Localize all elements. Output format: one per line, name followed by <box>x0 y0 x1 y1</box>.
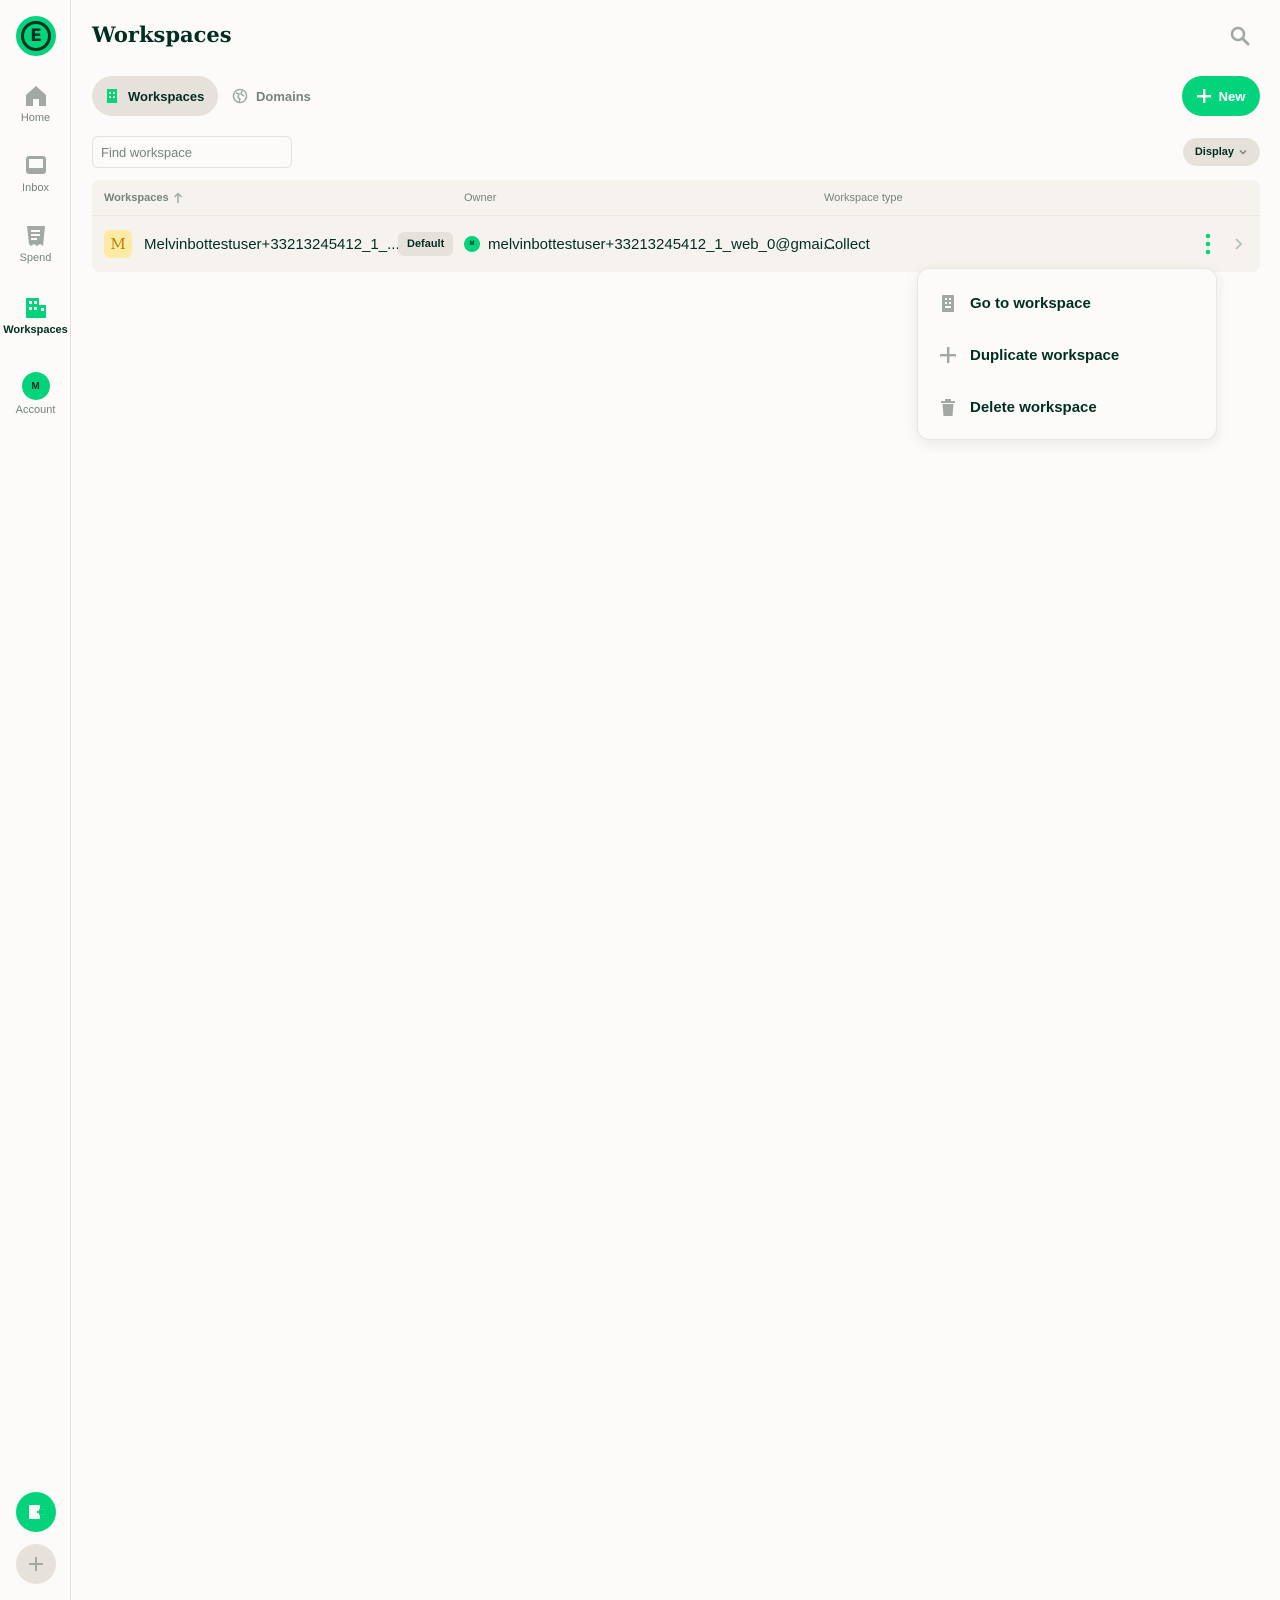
sidebar-item-spend[interactable]: Spend <box>0 224 71 284</box>
home-icon <box>25 86 46 106</box>
tab-domains[interactable]: Domains <box>220 76 325 116</box>
sort-ascending-icon <box>173 191 182 203</box>
sidebar-item-workspaces[interactable]: Workspaces <box>0 296 71 356</box>
app-logo[interactable]: E <box>16 16 56 56</box>
plus-icon <box>1196 89 1211 103</box>
building-icon <box>107 89 117 103</box>
avatar: M <box>21 372 50 400</box>
menu-item-go-to-workspace[interactable]: Go to workspace <box>918 277 1216 329</box>
find-workspace-input[interactable] <box>92 136 292 168</box>
column-header-owner: Owner <box>464 191 497 204</box>
menu-item-label: Go to workspace <box>970 294 1091 312</box>
sidebar-item-home[interactable]: Home <box>0 84 71 144</box>
globe-icon <box>232 88 248 104</box>
display-dropdown[interactable]: Display <box>1182 138 1260 166</box>
plus-icon <box>29 1557 43 1571</box>
owner-avatar: M <box>464 236 480 252</box>
tab-label: Domains <box>256 88 311 104</box>
chevron-right-icon <box>1235 238 1243 250</box>
workspace-name: Melvinbottestuser+33213245412_1_... <box>144 235 400 253</box>
owner-email: melvinbottestuser+33213245412_1_web_0@gm… <box>488 235 836 253</box>
workspace-context-menu: Go to workspace Duplicate workspace Dele… <box>917 268 1217 440</box>
inbox-icon <box>25 156 46 174</box>
sidebar-item-account[interactable]: M Account <box>0 372 71 432</box>
row-open-button[interactable] <box>1228 230 1248 258</box>
logo-letter: E <box>21 21 51 51</box>
new-button-label: New <box>1218 88 1246 104</box>
menu-item-duplicate-workspace[interactable]: Duplicate workspace <box>918 329 1216 381</box>
page-title: Workspaces <box>92 22 232 47</box>
display-label: Display <box>1194 146 1234 158</box>
sidebar-item-inbox[interactable]: Inbox <box>0 154 71 214</box>
column-label: Workspaces <box>104 191 169 204</box>
menu-item-label: Duplicate workspace <box>970 346 1120 364</box>
sidebar-item-label: Inbox <box>22 182 49 194</box>
search-icon <box>1230 26 1250 46</box>
workspace-avatar: M <box>104 230 132 258</box>
sidebar-item-label: Home <box>20 112 51 124</box>
building-icon <box>942 295 954 312</box>
new-expense-button[interactable] <box>16 1492 56 1532</box>
column-header-workspaces[interactable]: Workspaces <box>104 192 183 204</box>
chevron-down-icon <box>1239 150 1247 155</box>
building-icon <box>25 298 46 318</box>
sidebar-item-label: Spend <box>19 252 52 264</box>
receipt-icon <box>26 226 45 246</box>
new-expense-icon <box>29 1505 43 1519</box>
tab-label: Workspaces <box>128 88 205 104</box>
menu-item-delete-workspace[interactable]: Delete workspace <box>918 381 1216 433</box>
more-vertical-icon <box>1205 233 1211 255</box>
sidebar-item-label: Workspaces <box>3 324 68 336</box>
workspaces-table: Workspaces Owner Workspace type M Melvin… <box>92 180 1260 272</box>
plus-icon <box>940 347 956 363</box>
trash-icon <box>941 399 955 416</box>
table-header: Workspaces Owner Workspace type <box>92 180 1260 216</box>
search-button[interactable] <box>1228 24 1252 48</box>
quick-action-button[interactable] <box>16 1544 56 1584</box>
table-row[interactable]: M Melvinbottestuser+33213245412_1_... De… <box>92 216 1260 272</box>
sidebar-item-label: Account <box>15 404 56 416</box>
column-header-workspace-type: Workspace type <box>824 191 903 204</box>
workspace-type: Collect <box>824 235 870 253</box>
tab-workspaces[interactable]: Workspaces <box>92 76 219 116</box>
new-workspace-button[interactable]: New <box>1182 76 1260 116</box>
sidebar: E Home Inbox Spend Workspaces M Account <box>0 0 71 1600</box>
default-badge: Default <box>398 232 454 256</box>
menu-item-label: Delete workspace <box>970 398 1097 416</box>
row-actions-button[interactable] <box>1198 230 1218 258</box>
